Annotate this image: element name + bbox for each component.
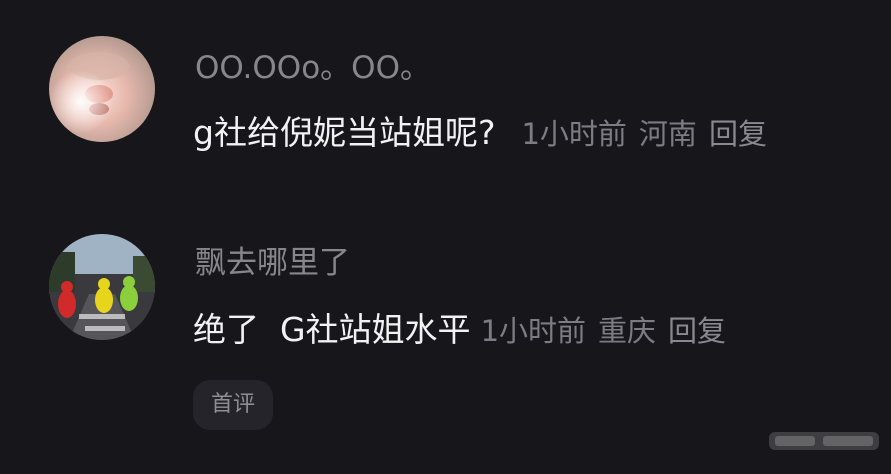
watermark-icon bbox=[769, 432, 879, 450]
comment-location: 重庆 bbox=[598, 314, 657, 348]
comment-time: 1小时前 bbox=[480, 314, 587, 348]
teletubbies-photo-avatar bbox=[49, 234, 155, 340]
comment-meta: 1小时前 重庆 回复 bbox=[481, 314, 726, 348]
comment-content-line: 绝了 G社站姐水平 1小时前 重庆 回复 bbox=[193, 313, 726, 346]
reply-button[interactable]: 回复 bbox=[668, 314, 726, 348]
first-comment-badge: 首评 bbox=[193, 380, 274, 430]
avatar[interactable] bbox=[49, 234, 155, 340]
comment-item: 飘去哪里了 绝了 G社站姐水平 1小时前 重庆 回复 首评 bbox=[0, 0, 891, 474]
comment-text: 绝了 G社站姐水平 bbox=[193, 310, 471, 349]
username[interactable]: 飘去哪里了 bbox=[195, 248, 350, 279]
watermark-smudge bbox=[769, 428, 879, 454]
